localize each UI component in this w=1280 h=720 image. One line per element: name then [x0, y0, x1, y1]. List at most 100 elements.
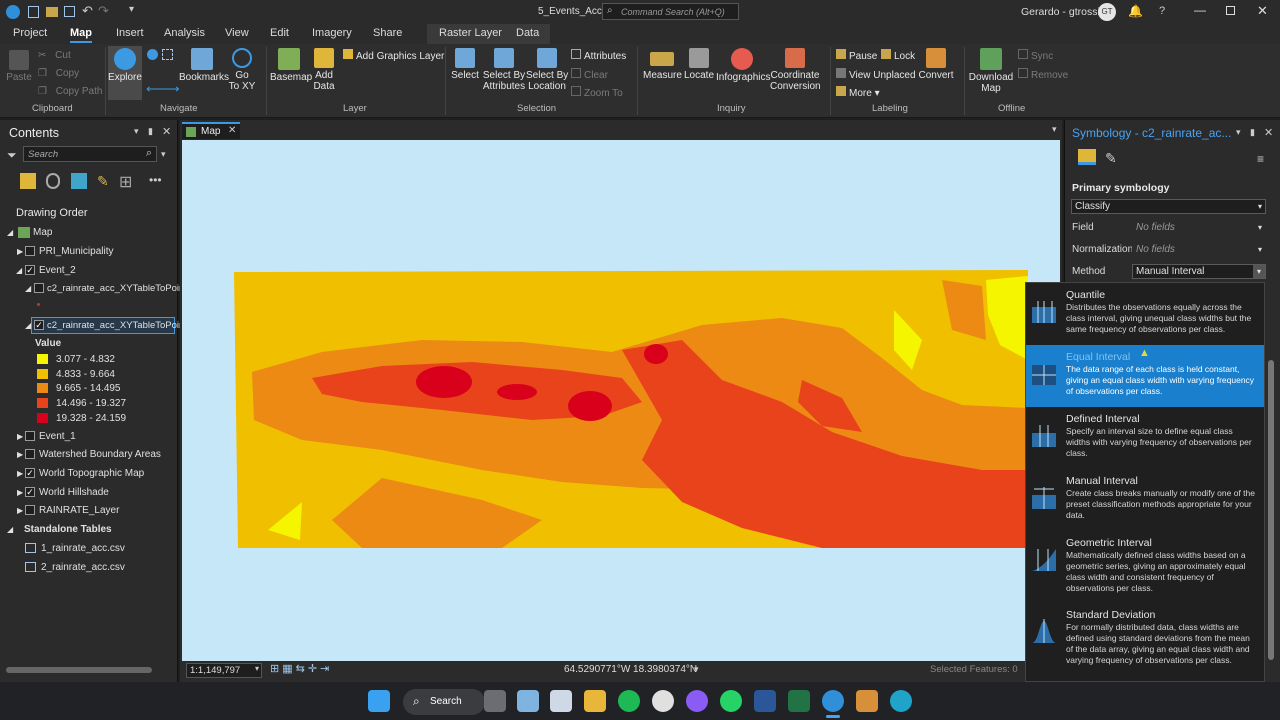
method-option-geometric-interval[interactable]: Geometric Interval Mathematically define… [1026, 531, 1264, 593]
more-options-icon[interactable]: ••• [149, 173, 162, 187]
standalone-tables-heading[interactable]: Standalone Tables [24, 524, 112, 535]
method-dropdown[interactable]: Manual Interval ▾ [1132, 264, 1266, 279]
word-icon[interactable] [754, 690, 776, 712]
list-by-drawing-order-icon[interactable] [20, 173, 36, 189]
customize-qat-icon[interactable]: ▾ [129, 4, 134, 15]
explore-button[interactable]: Explore [108, 46, 142, 100]
list-by-source-icon[interactable] [46, 173, 60, 189]
spotify-icon[interactable] [618, 690, 640, 712]
remove-button[interactable]: Remove [1018, 68, 1068, 81]
task-view-icon[interactable] [484, 690, 506, 712]
command-search-input[interactable]: ⌕ Command Search (Alt+Q) [602, 3, 739, 20]
filter-icon[interactable]: ⏷ [7, 148, 17, 163]
fixed-zoom-in-icon[interactable] [162, 49, 173, 60]
edge-icon[interactable] [890, 690, 912, 712]
method-option-quantile[interactable]: Quantile Distributes the observations eq… [1026, 283, 1264, 345]
layer-visibility-checkbox[interactable]: ✓ [25, 265, 35, 275]
method-option-defined-interval[interactable]: Defined Interval Specify an interval siz… [1026, 407, 1264, 469]
layer-world-hillshade[interactable]: World Hillshade [39, 487, 109, 498]
collapse-arrow-icon[interactable]: ▶ [17, 488, 23, 497]
layer-visibility-checkbox[interactable] [34, 283, 44, 293]
cut-button[interactable]: ✂ Cut [38, 50, 71, 61]
layer-visibility-checkbox[interactable] [25, 431, 35, 441]
chrome-icon[interactable] [652, 690, 674, 712]
start-button[interactable] [368, 690, 390, 712]
table-csv-1[interactable]: 1_rainrate_acc.csv [41, 543, 125, 554]
contents-search-input[interactable]: Search ⌕ [23, 146, 157, 162]
gallery-app-icon[interactable] [517, 690, 539, 712]
coordinates-readout[interactable]: 64.5290771°W 18.3980374°N [564, 664, 697, 675]
copy-path-button[interactable]: ❐ Copy Path [38, 86, 102, 97]
layer-visibility-checkbox[interactable] [25, 246, 35, 256]
map-tool-icons[interactable]: ⊞▦⇆✛⇥ [270, 662, 332, 675]
tab-imagery[interactable]: Imagery [312, 27, 352, 39]
measure-button[interactable]: Measure [643, 48, 682, 81]
expand-arrow-icon[interactable]: ◢ [25, 284, 31, 293]
list-by-snapping-icon[interactable]: ⊞ [119, 172, 132, 192]
layer-map[interactable]: Map [33, 227, 52, 238]
field-dropdown[interactable]: No fields ▾ [1132, 220, 1266, 235]
list-by-editing-icon[interactable]: ✎ [97, 173, 109, 190]
redo-icon[interactable]: ↷ [98, 3, 109, 19]
layer-event-2[interactable]: Event_2 [39, 265, 76, 276]
tab-project[interactable]: Project [13, 27, 47, 39]
layer-pri-municipality[interactable]: PRI_Municipality [39, 246, 113, 257]
copy-button[interactable]: ❐ Copy [38, 68, 79, 79]
layer-event-1[interactable]: Event_1 [39, 431, 76, 442]
normalization-dropdown[interactable]: No fields ▾ [1132, 242, 1266, 257]
layer-visibility-checkbox[interactable] [25, 505, 35, 515]
coord-format-chevron-icon[interactable]: ▾ [694, 664, 699, 675]
hamburger-menu-icon[interactable]: ≡ [1257, 152, 1264, 166]
collapse-arrow-icon[interactable]: ▶ [17, 450, 23, 459]
zoom-to-selection-button[interactable]: Zoom To [571, 86, 623, 99]
close-pane-icon[interactable]: ✕ [162, 125, 171, 138]
select-by-attributes-button[interactable]: Select By Attributes [482, 48, 526, 92]
paste-button[interactable]: Paste [6, 50, 32, 83]
map-canvas[interactable] [182, 140, 1060, 661]
basemap-button[interactable]: Basemap [270, 48, 312, 83]
method-option-manual-interval[interactable]: Manual Interval Create class breaks manu… [1026, 469, 1264, 531]
scale-selector[interactable]: 1:1,149,797 ▾ [186, 663, 262, 678]
layer-visibility-checkbox[interactable] [25, 449, 35, 459]
search-options-icon[interactable]: ▾ [161, 149, 166, 160]
clear-selection-button[interactable]: Clear [571, 68, 608, 81]
add-graphics-layer-button[interactable]: Add Graphics Layer [343, 49, 444, 62]
next-extent-icon[interactable]: ⟶ [161, 81, 180, 97]
pin-icon[interactable]: ▮ [1250, 127, 1255, 138]
expand-arrow-icon[interactable]: ◢ [25, 321, 31, 330]
save-icon[interactable] [64, 6, 75, 17]
locate-button[interactable]: Locate [684, 48, 714, 81]
coordinate-conversion-button[interactable]: Coordinate Conversion [770, 48, 821, 92]
arcgis-pro-icon[interactable] [822, 690, 844, 712]
attributes-button[interactable]: Attributes [571, 49, 626, 62]
collapse-arrow-icon[interactable]: ▶ [17, 247, 23, 256]
whatsapp-icon[interactable] [720, 690, 742, 712]
add-data-button[interactable]: Add Data [310, 48, 338, 92]
layer-visibility-checkbox[interactable]: ✓ [25, 487, 35, 497]
tab-edit[interactable]: Edit [270, 27, 289, 39]
close-tab-icon[interactable]: ✕ [228, 125, 236, 136]
user-name[interactable]: Gerardo - gtrossi [1021, 6, 1100, 18]
taskbar-search[interactable]: ⌕ Search [403, 689, 485, 715]
vary-symbology-tab-icon[interactable]: ✎ [1105, 150, 1117, 167]
layer-xytable-1[interactable]: c2_rainrate_acc_XYTableToPoint [47, 283, 187, 294]
tab-insert[interactable]: Insert [116, 27, 144, 39]
layer-watershed[interactable]: Watershed Boundary Areas [39, 449, 161, 460]
lock-labels-button[interactable]: Lock [881, 49, 915, 62]
user-avatar[interactable]: GT [1098, 3, 1116, 21]
sync-button[interactable]: Sync [1018, 49, 1053, 62]
layer-visibility-checkbox[interactable]: ✓ [34, 320, 44, 330]
convert-button[interactable]: Convert [918, 48, 954, 81]
tab-share[interactable]: Share [373, 27, 402, 39]
full-extent-icon[interactable] [147, 49, 158, 60]
collapse-arrow-icon[interactable]: ▶ [17, 469, 23, 478]
layer-rainrate[interactable]: RAINRATE_Layer [39, 505, 119, 516]
file-explorer-icon[interactable] [584, 690, 606, 712]
contents-options-icon[interactable]: ▾ [134, 126, 139, 137]
expand-arrow-icon[interactable]: ◢ [16, 266, 22, 275]
symbology-type-dropdown[interactable]: Classify ▾ [1071, 199, 1266, 214]
more-labeling-button[interactable]: More ▾ [836, 86, 880, 99]
undo-icon[interactable]: ↶ [82, 3, 93, 19]
excel-icon[interactable] [788, 690, 810, 712]
obs-app-icon[interactable] [686, 690, 708, 712]
